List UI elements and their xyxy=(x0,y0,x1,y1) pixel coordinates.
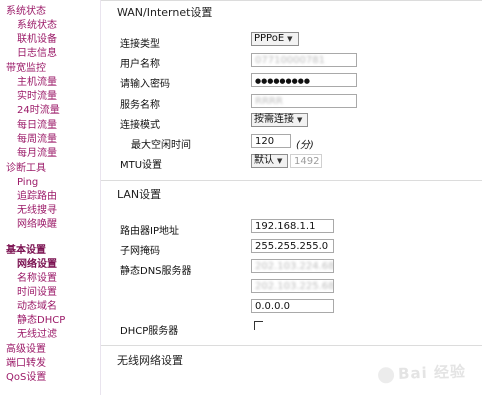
sidebar-item-ddns[interactable]: 动态域名 xyxy=(17,301,57,313)
sidebar-item-traceroute[interactable]: 追踪路由 xyxy=(17,191,57,203)
wireless-section-title: 无线网络设置 xyxy=(117,354,183,367)
sidebar-item-wireless-survey[interactable]: 无线搜寻 xyxy=(17,205,57,217)
sidebar-section-bandwidth[interactable]: 带宽监控 xyxy=(6,63,46,75)
sidebar-section-status[interactable]: 系统状态 xyxy=(6,6,46,18)
sidebar-section-port-forwarding[interactable]: 端口转发 xyxy=(6,358,46,370)
sidebar-item-monthly-traffic[interactable]: 每月流量 xyxy=(17,148,57,160)
idle-time-unit: (分) xyxy=(296,140,314,151)
static-dns-label: 静态DNS服务器 xyxy=(120,266,192,277)
main-panel: WAN/Internet设置 连接类型 PPPoE ▼ 用户名称 07710000… xyxy=(101,0,482,395)
sidebar-item-system-status[interactable]: 系统状态 xyxy=(17,20,57,32)
connection-type-select[interactable]: PPPoE ▼ xyxy=(251,32,299,46)
sidebar-item-host-traffic[interactable]: 主机流量 xyxy=(17,77,57,89)
connection-type-label: 连接类型 xyxy=(120,39,160,50)
sidebar-section-qos[interactable]: QoS设置 xyxy=(6,372,46,384)
sidebar-item-network-settings[interactable]: 网络设置 xyxy=(17,259,57,271)
sidebar-item-wake-on-lan[interactable]: 网络唤醒 xyxy=(17,219,57,231)
service-name-label: 服务名称 xyxy=(120,100,160,111)
subnet-mask-field[interactable]: 255.255.255.0 xyxy=(251,239,334,253)
mtu-label: MTU设置 xyxy=(120,160,163,171)
sidebar-item-24h-traffic[interactable]: 24时流量 xyxy=(17,105,60,117)
dhcp-server-checkbox[interactable] xyxy=(254,321,263,330)
watermark: Bai 经验 xyxy=(377,360,467,384)
sidebar-section-diagnostics[interactable]: 诊断工具 xyxy=(6,163,46,175)
router-ip-label: 路由器IP地址 xyxy=(120,226,179,237)
sidebar-item-logs[interactable]: 日志信息 xyxy=(17,48,57,60)
sidebar-item-time-settings[interactable]: 时间设置 xyxy=(17,287,57,299)
username-field[interactable]: 07710000781 xyxy=(251,53,357,67)
sidebar-item-weekly-traffic[interactable]: 每周流量 xyxy=(17,134,57,146)
password-label: 请输入密码 xyxy=(120,79,170,90)
service-name-field[interactable]: RRRR xyxy=(251,94,357,108)
sidebar-item-name-settings[interactable]: 名称设置 xyxy=(17,273,57,285)
idle-time-label: 最大空闲时间 xyxy=(131,140,191,151)
mtu-value-field: 1492 xyxy=(290,154,322,168)
subnet-mask-label: 子网掩码 xyxy=(120,246,160,257)
chevron-down-icon: ▼ xyxy=(297,116,303,124)
sidebar-section-advanced[interactable]: 高级设置 xyxy=(6,344,46,356)
dns2-field[interactable]: 202.103.225.68 xyxy=(251,279,334,293)
sidebar-item-wireless-filter[interactable]: 无线过滤 xyxy=(17,329,57,341)
paw-icon xyxy=(377,366,395,384)
username-label: 用户名称 xyxy=(120,59,160,70)
idle-time-field[interactable]: 120 xyxy=(251,134,291,148)
router-ip-field[interactable]: 192.168.1.1 xyxy=(251,219,334,233)
divider xyxy=(101,345,482,346)
mtu-mode-select[interactable]: 默认 ▼ xyxy=(251,154,288,168)
chevron-down-icon: ▼ xyxy=(277,157,283,165)
sidebar-nav: 系统状态 系统状态 联机设备 日志信息 带宽监控 主机流量 实时流量 24时流量… xyxy=(0,0,101,395)
sidebar-item-ping[interactable]: Ping xyxy=(17,177,38,189)
connect-mode-value: 按需连接 xyxy=(254,114,294,125)
connection-type-value: PPPoE xyxy=(254,33,285,44)
connect-mode-select[interactable]: 按需连接 ▼ xyxy=(251,113,308,127)
sidebar-section-basic-settings[interactable]: 基本设置 xyxy=(6,245,46,257)
sidebar-item-connected-devices[interactable]: 联机设备 xyxy=(17,34,57,46)
wan-section-title: WAN/Internet设置 xyxy=(117,6,213,19)
sidebar-item-daily-traffic[interactable]: 每日流量 xyxy=(17,120,57,132)
connect-mode-label: 连接模式 xyxy=(120,120,160,131)
lan-section-title: LAN设置 xyxy=(117,188,162,201)
mtu-mode-value: 默认 xyxy=(254,155,274,166)
dns1-field[interactable]: 202.103.224.68 xyxy=(251,259,334,273)
password-field[interactable]: ●●●●●●●●● xyxy=(251,73,357,87)
divider xyxy=(101,0,482,1)
sidebar-item-static-dhcp[interactable]: 静态DHCP xyxy=(17,315,65,327)
chevron-down-icon: ▼ xyxy=(287,35,293,43)
dns3-field[interactable]: 0.0.0.0 xyxy=(251,299,334,313)
divider xyxy=(101,180,482,181)
sidebar-item-realtime-traffic[interactable]: 实时流量 xyxy=(17,91,57,103)
dhcp-server-label: DHCP服务器 xyxy=(120,326,179,337)
